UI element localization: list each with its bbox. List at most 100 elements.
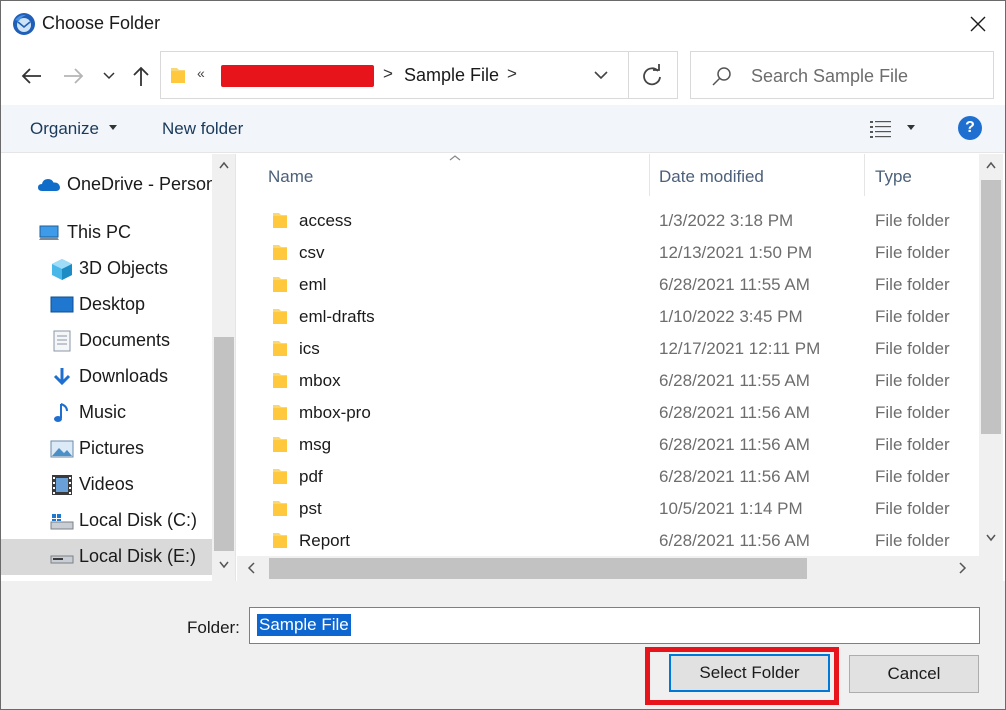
table-row[interactable]: eml-drafts 1/10/2022 3:45 PM File folder (237, 301, 979, 333)
nav-item-music[interactable]: Music (1, 396, 213, 430)
vertical-scroll-thumb[interactable] (981, 180, 1001, 434)
file-name: mbox (299, 371, 341, 390)
table-row[interactable]: ics 12/17/2021 12:11 PM File folder (237, 333, 979, 365)
column-header-label: Type (875, 167, 912, 186)
file-date-modified: 6/28/2021 11:56 AM (659, 435, 810, 454)
choose-folder-dialog: Choose Folder « > Sample File > Search S… (0, 0, 1006, 710)
search-box[interactable]: Search Sample File (690, 51, 994, 99)
file-name: eml (299, 275, 327, 294)
table-row[interactable]: eml 6/28/2021 11:55 AM File folder (237, 269, 979, 301)
table-row[interactable]: msg 6/28/2021 11:56 AM File folder (237, 429, 979, 461)
file-type: File folder (875, 211, 950, 230)
navigation-pane: OneDrive - Person This PC 3D Objects Des… (1, 154, 236, 581)
scrollbar-corner (979, 556, 1003, 581)
file-date-modified: 12/13/2021 1:50 PM (659, 243, 813, 262)
breadcrumb-current[interactable]: Sample File (404, 65, 499, 86)
nav-item-documents[interactable]: Documents (1, 324, 213, 358)
nav-item-local-disk-e[interactable]: Local Disk (E:) (1, 539, 213, 575)
address-divider (628, 52, 629, 98)
scroll-left-icon[interactable] (247, 562, 255, 574)
forward-button[interactable] (59, 61, 89, 91)
file-date-modified: 6/28/2021 11:56 AM (659, 467, 810, 486)
nav-item-3d-objects[interactable]: 3D Objects (1, 252, 213, 286)
title-bar: Choose Folder (1, 1, 1005, 47)
view-options-icon[interactable] (869, 118, 893, 140)
back-button[interactable] (16, 61, 46, 91)
new-folder-button[interactable]: New folder (162, 119, 243, 139)
nav-item-videos[interactable]: Videos (1, 468, 213, 502)
file-date-modified: 12/17/2021 12:11 PM (659, 339, 821, 358)
select-folder-button[interactable]: Select Folder (669, 654, 830, 692)
file-name: msg (299, 435, 332, 454)
column-header-type[interactable]: Type (865, 154, 979, 196)
command-toolbar: Organize New folder ? (1, 105, 1005, 153)
help-icon[interactable]: ? (958, 116, 982, 140)
nav-label: This PC (67, 222, 132, 242)
nav-label: Desktop (79, 294, 146, 314)
folder-name-input[interactable]: Sample File (249, 607, 980, 644)
file-name: csv (299, 243, 325, 262)
nav-label: Pictures (79, 438, 145, 458)
nav-item-onedrive[interactable]: OneDrive - Person (1, 168, 217, 202)
folder-icon (273, 469, 287, 484)
table-row[interactable]: access 1/3/2022 3:18 PM File folder (237, 205, 979, 237)
dialog-footer: Folder: Sample File Select Folder Cancel (1, 581, 1005, 709)
overflow-chevron[interactable]: « (197, 65, 205, 81)
nav-label: Documents (79, 330, 171, 350)
column-header-date[interactable]: Date modified (650, 154, 864, 196)
file-name: mbox-pro (299, 403, 371, 422)
organize-dropdown-icon[interactable] (109, 125, 117, 130)
nav-item-downloads[interactable]: Downloads (1, 360, 213, 394)
organize-menu-button[interactable]: Organize (30, 119, 99, 139)
scroll-down-icon[interactable] (219, 561, 229, 569)
recent-locations-button[interactable] (97, 61, 121, 91)
up-button[interactable] (126, 61, 156, 91)
table-row[interactable]: pst 10/5/2021 1:14 PM File folder (237, 493, 979, 525)
table-row[interactable]: csv 12/13/2021 1:50 PM File folder (237, 237, 979, 269)
nav-item-local-disk-c[interactable]: Local Disk (C:) (1, 504, 213, 538)
nav-item-this-pc[interactable]: This PC (1, 216, 213, 250)
nav-item-pictures[interactable]: Pictures (1, 432, 213, 466)
refresh-icon[interactable] (639, 63, 665, 89)
nav-scroll-thumb[interactable] (214, 337, 234, 551)
file-list-vertical-scrollbar[interactable] (979, 154, 1003, 556)
horizontal-scroll-thumb[interactable] (269, 558, 807, 579)
file-type: File folder (875, 243, 950, 262)
folder-icon (273, 341, 287, 356)
nav-label: Local Disk (C:) (79, 510, 198, 530)
up-arrow-icon (133, 66, 149, 86)
nav-label: Local Disk (E:) (79, 546, 197, 566)
breadcrumb-separator[interactable]: > (507, 64, 517, 84)
file-type: File folder (875, 467, 950, 486)
table-row[interactable]: pdf 6/28/2021 11:56 AM File folder (237, 461, 979, 493)
desktop-icon (50, 296, 74, 313)
scroll-right-icon[interactable] (959, 562, 967, 574)
table-row[interactable]: mbox 6/28/2021 11:55 AM File folder (237, 365, 979, 397)
nav-label: OneDrive - Person (67, 174, 217, 194)
file-type: File folder (875, 275, 950, 294)
close-icon[interactable] (965, 11, 991, 37)
cancel-button[interactable]: Cancel (849, 655, 979, 693)
scroll-up-icon[interactable] (219, 161, 229, 169)
folder-icon (273, 277, 287, 292)
column-header-name[interactable]: Name (237, 154, 649, 196)
table-row[interactable]: Report 6/28/2021 11:56 AM File folder (237, 525, 979, 557)
folder-icon (273, 501, 287, 516)
address-dropdown-icon[interactable] (593, 66, 609, 84)
file-date-modified: 6/28/2021 11:56 AM (659, 531, 810, 550)
table-row[interactable]: mbox-pro 6/28/2021 11:56 AM File folder (237, 397, 979, 429)
file-type: File folder (875, 307, 950, 326)
nav-item-desktop[interactable]: Desktop (1, 288, 213, 322)
file-type: File folder (875, 499, 950, 518)
nav-scrollbar[interactable] (212, 154, 235, 581)
breadcrumb-separator[interactable]: > (383, 64, 393, 84)
file-list-horizontal-scrollbar[interactable] (237, 556, 979, 581)
view-dropdown-icon[interactable] (907, 125, 915, 130)
folder-icon (273, 533, 287, 548)
3d-objects-icon (52, 259, 72, 280)
scroll-up-icon[interactable] (986, 161, 996, 169)
address-bar[interactable]: « > Sample File > (160, 51, 678, 99)
file-type: File folder (875, 435, 950, 454)
folder-name-value[interactable]: Sample File (257, 614, 351, 636)
scroll-down-icon[interactable] (986, 534, 996, 542)
